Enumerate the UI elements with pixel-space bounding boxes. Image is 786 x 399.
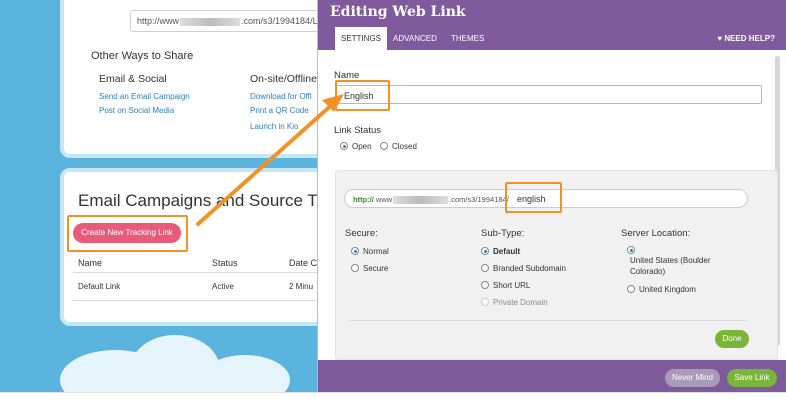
tab-settings[interactable]: SETTINGS xyxy=(335,27,388,50)
secure-label: Secure: xyxy=(345,228,378,239)
url-www: www xyxy=(375,195,393,204)
column-header-date[interactable]: Date C xyxy=(289,258,317,268)
bottom-strip xyxy=(0,392,786,399)
print-qr-link[interactable]: Print a QR Code xyxy=(250,106,309,115)
url-suffix: .com/s3/1994184/Language xyxy=(241,16,317,26)
subtype-private-label: Private Domain xyxy=(493,298,548,307)
share-url-field[interactable]: http://www .com/s3/1994184/Language xyxy=(130,10,317,32)
send-email-campaign-link[interactable]: Send an Email Campaign xyxy=(99,92,190,101)
default-link-row-date: 2 Minu xyxy=(289,282,314,291)
table-divider xyxy=(73,300,317,301)
server-us-radio[interactable] xyxy=(627,246,635,254)
modal-title: Editing Web Link xyxy=(330,4,466,20)
column-header-name[interactable]: Name xyxy=(78,258,102,268)
need-help-link[interactable]: ♥ NEED HELP? xyxy=(717,34,775,43)
save-link-button[interactable]: Save Link xyxy=(727,369,777,387)
done-button[interactable]: Done xyxy=(715,330,749,348)
panel-divider xyxy=(348,320,748,321)
download-offline-link[interactable]: Download for Offl xyxy=(250,92,312,101)
tab-themes[interactable]: THEMES xyxy=(445,27,490,50)
never-mind-button[interactable]: Never Mind xyxy=(665,369,720,387)
subtype-branded-label: Branded Subdomain xyxy=(493,264,566,273)
onsite-offline-heading: On-site/Offline xyxy=(250,73,317,85)
subtype-short-url-label: Short URL xyxy=(493,281,531,290)
url-http: http:// xyxy=(353,195,374,204)
post-social-media-link[interactable]: Post on Social Media xyxy=(99,106,174,115)
server-uk-label: United Kingdom xyxy=(639,285,696,294)
email-social-heading: Email & Social xyxy=(99,73,167,85)
highlight-box xyxy=(505,182,562,213)
tab-advanced[interactable]: ADVANCED xyxy=(387,27,443,50)
secure-secure-radio[interactable] xyxy=(351,264,359,272)
secure-normal-label: Normal xyxy=(363,247,389,256)
subtype-short-url-radio[interactable] xyxy=(481,281,489,289)
status-closed-label: Closed xyxy=(392,142,417,151)
secure-normal-radio[interactable] xyxy=(351,247,359,255)
server-uk-radio[interactable] xyxy=(627,285,635,293)
subtype-branded-radio[interactable] xyxy=(481,264,489,272)
table-divider xyxy=(73,272,317,273)
redacted-domain xyxy=(393,196,449,205)
default-link-row-status: Active xyxy=(212,282,234,291)
url-prefix: http://www xyxy=(137,16,180,26)
highlight-box xyxy=(335,80,390,111)
status-closed-radio[interactable] xyxy=(380,142,388,150)
background-page: http://www .com/s3/1994184/Language Other… xyxy=(0,0,317,392)
server-location-label: Server Location: xyxy=(621,228,691,239)
launch-kiosk-link[interactable]: Launch in Kio xyxy=(250,122,298,131)
link-status-label: Link Status xyxy=(334,125,381,136)
status-open-label: Open xyxy=(352,142,372,151)
edit-web-link-modal: Editing Web Link SETTINGS ADVANCED THEME… xyxy=(317,0,786,392)
url-path: .com/s3/1994184/ xyxy=(449,195,509,204)
status-open-radio[interactable] xyxy=(340,142,348,150)
redacted-domain xyxy=(180,17,241,26)
subtype-default-label: Default xyxy=(493,247,521,256)
server-us-label-line2: Colorado) xyxy=(630,267,666,276)
default-link-row-name[interactable]: Default Link xyxy=(78,282,120,291)
secure-secure-label: Secure xyxy=(363,264,389,273)
column-header-status[interactable]: Status xyxy=(212,258,238,268)
name-input[interactable]: English xyxy=(335,85,762,104)
subtype-private-radio xyxy=(481,298,489,306)
other-ways-heading: Other Ways to Share xyxy=(91,50,194,62)
modal-header: Editing Web Link SETTINGS ADVANCED THEME… xyxy=(318,0,786,50)
subtype-label: Sub-Type: xyxy=(481,228,525,239)
server-us-label-line1: United States (Boulder xyxy=(630,256,711,265)
campaigns-heading: Email Campaigns and Source T xyxy=(78,191,317,210)
highlight-box xyxy=(67,215,188,252)
subtype-default-radio[interactable] xyxy=(481,247,489,255)
